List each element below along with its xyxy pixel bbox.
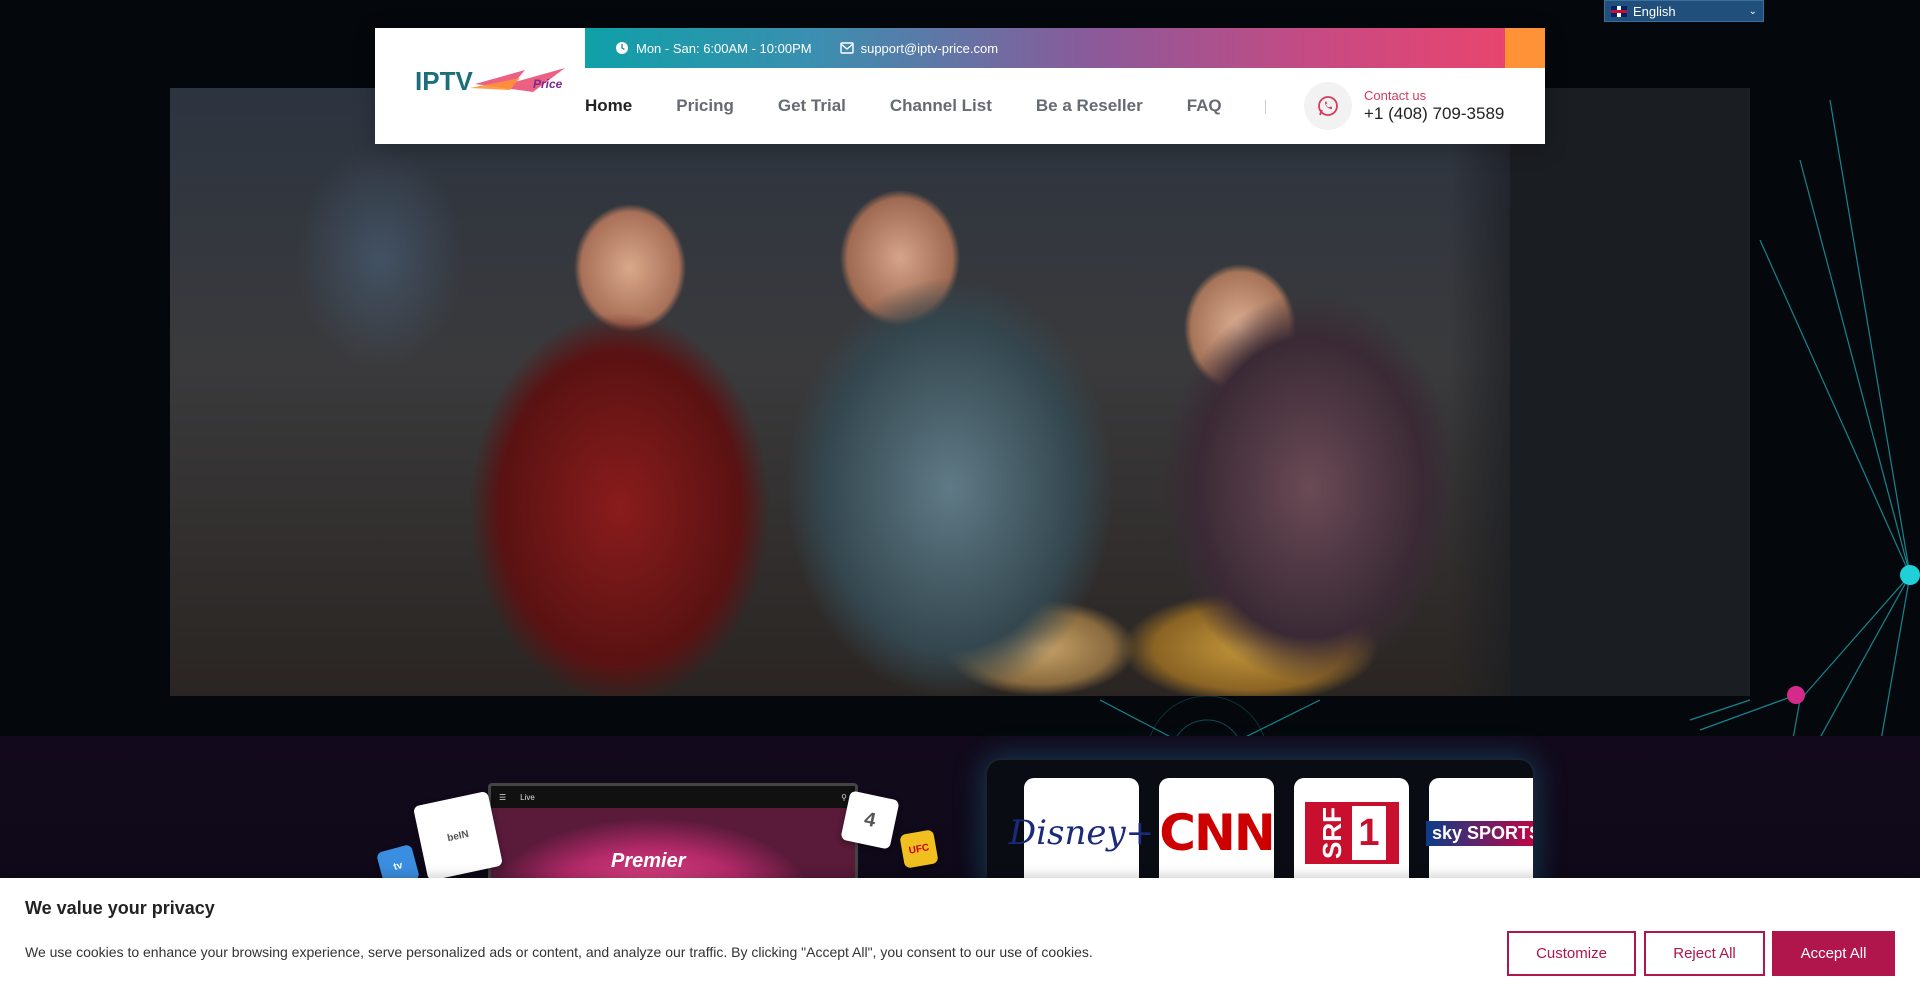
nav-be-a-reseller[interactable]: Be a Reseller [1036,96,1143,116]
language-selector[interactable]: English ⌄ [1604,0,1764,22]
nav-get-trial[interactable]: Get Trial [778,96,846,116]
device-screen-text: Premier [611,850,686,872]
nav-faq[interactable]: FAQ [1187,96,1222,116]
customize-button[interactable]: Customize [1507,931,1636,976]
main-nav: Home Pricing Get Trial Channel List Be a… [585,96,1266,116]
device-bar-label: Live [520,792,535,802]
search-icon: ⚲ [841,792,847,802]
site-logo[interactable]: IPTV Price [415,62,575,106]
nav-pricing[interactable]: Pricing [676,96,734,116]
nav-home[interactable]: Home [585,96,632,116]
hero-photo [170,88,1510,696]
svg-text:IPTV: IPTV [415,66,473,96]
channel4-cube: 4 [840,790,900,850]
cookie-text: We use cookies to enhance your browsing … [25,944,1093,960]
whatsapp-button[interactable] [1304,82,1352,130]
envelope-icon [839,42,854,54]
contact-label: Contact us [1364,88,1427,103]
support-email[interactable]: support@iptv-price.com [839,41,998,56]
cookie-title: We value your privacy [25,898,215,918]
uk-flag-icon [1611,5,1627,17]
channel-disney: Disney+ [1009,778,1154,888]
support-email-text[interactable]: support@iptv-price.com [861,41,998,56]
clock-icon [616,42,628,54]
channel-cnn: CNN [1159,778,1276,888]
hero-banner [170,88,1750,696]
business-hours: Mon - San: 6:00AM - 10:00PM [615,41,812,56]
chevron-down-icon: ⌄ [1748,5,1757,17]
contact-phone[interactable]: +1 (408) 709-3589 [1364,104,1504,124]
svg-text:Price: Price [533,77,563,91]
nav-channel-list[interactable]: Channel List [890,96,992,116]
topbar-accent [1505,28,1545,68]
header-topbar: Mon - San: 6:00AM - 10:00PM support@iptv… [585,28,1505,68]
nav-divider [1265,100,1266,114]
ufc-cube: UFC [899,829,939,869]
bein-cube: beIN [412,790,504,882]
reject-all-button[interactable]: Reject All [1644,931,1765,976]
channel-sky-sports: sky SPORTS [1425,778,1533,888]
channel-srf: SRF 1 [1294,778,1409,888]
site-header: IPTV Price Mon - San: 6:00AM - 10:00PM s… [375,28,1545,144]
menu-icon: ☰ [499,792,507,802]
business-hours-text: Mon - San: 6:00AM - 10:00PM [636,40,812,56]
accept-all-button[interactable]: Accept All [1772,931,1895,976]
cookie-banner: We value your privacy We use cookies to … [0,878,1920,993]
language-label: English [1633,3,1676,19]
whatsapp-icon [1318,96,1338,116]
